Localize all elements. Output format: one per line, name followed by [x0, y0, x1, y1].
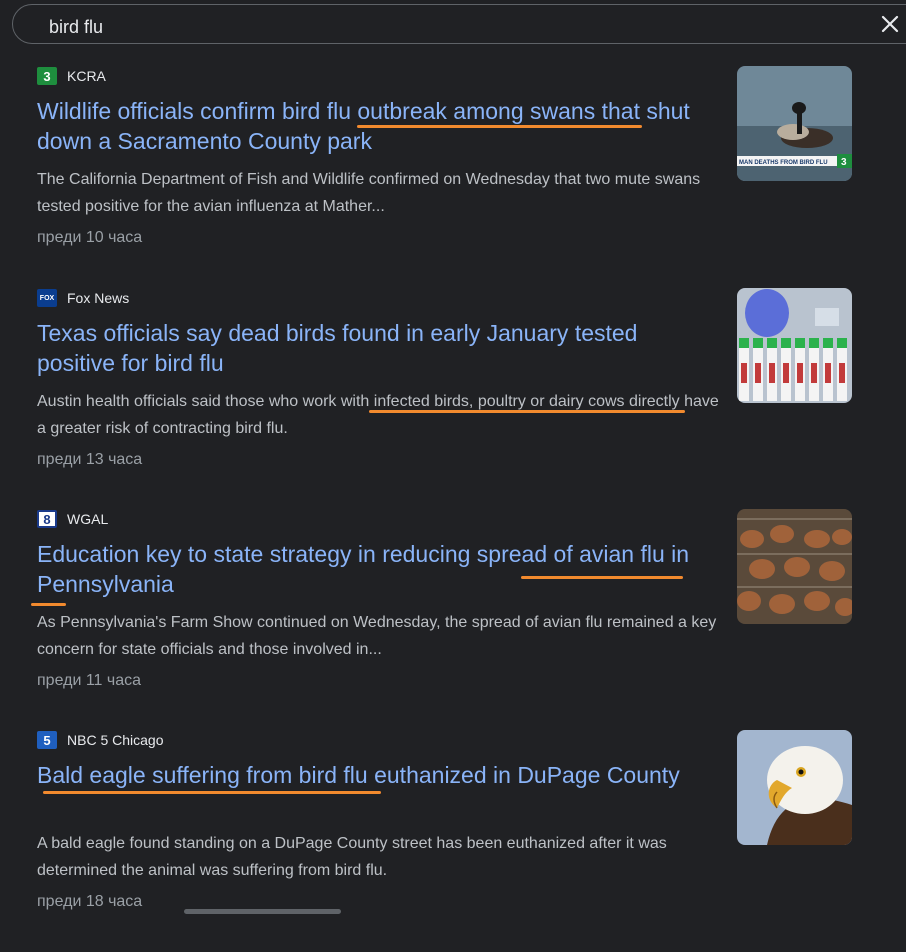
news-article[interactable]: 3 KCRA Wildlife officials confirm bird f… — [0, 66, 906, 288]
annotation-underline — [357, 125, 642, 128]
thumb-caption: MAN DEATHS FROM BIRD FLU — [739, 160, 828, 166]
source-name: Fox News — [67, 290, 130, 306]
search-bar[interactable]: bird flu — [12, 4, 906, 44]
swan-image-icon: MAN DEATHS FROM BIRD FLU 3 — [737, 66, 852, 181]
news-article[interactable]: 8 WGAL Education key to state strategy i… — [0, 509, 906, 731]
source-name: WGAL — [67, 511, 109, 527]
article-thumbnail[interactable] — [737, 288, 852, 403]
news-article[interactable]: 5 NBC 5 Chicago Bald eagle suffering fro… — [0, 730, 906, 952]
article-headline-link[interactable]: Texas officials say dead birds found in … — [37, 318, 717, 378]
annotation-underline — [43, 791, 381, 794]
article-thumbnail[interactable]: MAN DEATHS FROM BIRD FLU 3 — [737, 66, 852, 181]
source-row: 3 KCRA — [37, 66, 106, 86]
article-timestamp: преди 11 часа — [37, 672, 142, 689]
article-timestamp: преди 10 часа — [37, 229, 143, 246]
article-timestamp: преди 13 часа — [37, 451, 143, 468]
article-thumbnail[interactable] — [737, 509, 852, 624]
source-row: 8 WGAL — [37, 509, 108, 529]
annotation-underline — [31, 603, 66, 606]
chickens-image-icon — [737, 509, 852, 624]
close-icon[interactable] — [880, 14, 900, 34]
annotation-underline — [521, 576, 683, 579]
test-tubes-image-icon — [737, 288, 852, 403]
nbc-logo-icon: 5 — [37, 731, 57, 749]
news-article[interactable]: FOX Fox News Texas officials say dead bi… — [0, 288, 906, 510]
wgal-logo-icon: 8 — [37, 510, 57, 528]
article-headline-link[interactable]: Bald eagle suffering from bird flu eutha… — [37, 760, 717, 790]
source-row: 5 NBC 5 Chicago — [37, 730, 164, 750]
thumb-logo: 3 — [841, 157, 847, 168]
source-row: FOX Fox News — [37, 288, 129, 308]
article-headline-link[interactable]: Education key to state strategy in reduc… — [37, 539, 717, 599]
horizontal-scrollbar[interactable] — [184, 909, 341, 914]
news-feed: 3 KCRA Wildlife officials confirm bird f… — [0, 0, 906, 914]
bald-eagle-image-icon — [737, 730, 852, 845]
article-snippet: The California Department of Fish and Wi… — [37, 171, 701, 215]
article-snippet: A bald eagle found standing on a DuPage … — [37, 835, 667, 879]
article-snippet: Austin health officials said those who w… — [37, 393, 719, 437]
kcra-logo-icon: 3 — [37, 67, 57, 85]
source-name: NBC 5 Chicago — [67, 732, 164, 748]
article-thumbnail[interactable] — [737, 730, 852, 845]
source-name: KCRA — [67, 68, 106, 84]
article-timestamp: преди 18 часа — [37, 893, 143, 910]
search-input[interactable]: bird flu — [49, 17, 103, 38]
fox-news-logo-icon: FOX — [37, 289, 57, 307]
article-snippet: As Pennsylvania's Farm Show continued on… — [37, 614, 717, 658]
annotation-underline — [369, 410, 685, 413]
